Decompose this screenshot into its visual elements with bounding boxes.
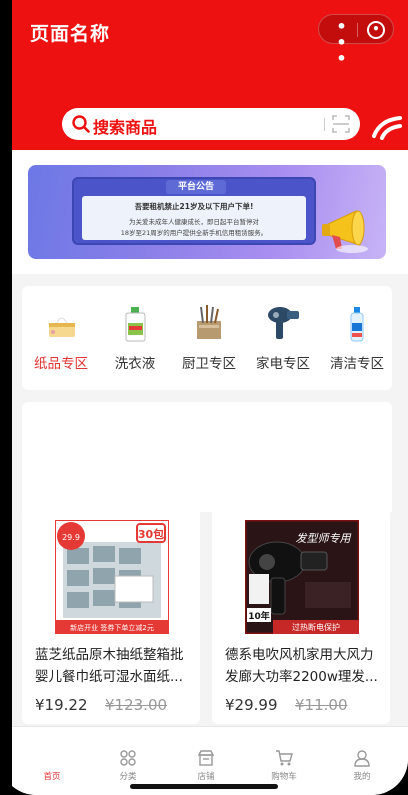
cleaner-bottle-icon (350, 307, 364, 342)
category-grid-icon (120, 750, 136, 766)
category-label: 家电专区 (256, 356, 310, 372)
tab-shop[interactable]: 店铺 (166, 727, 246, 787)
home-indicator (130, 784, 278, 789)
tab-cart[interactable]: 购物车 (244, 727, 324, 787)
tissue-box-icon (49, 317, 75, 337)
product-image-badge: 30包 (138, 527, 164, 541)
banner-line-2: 18岁至21周岁的用户提供全新手机信用租赁服务。 (120, 229, 268, 237)
product-card[interactable]: 发型师专用 10年 过热断电保护 德系电吹风机家用大风力发廊大功率2200w理发… (212, 508, 390, 724)
category-item-kitchen[interactable]: 厨卫专区 (176, 303, 242, 373)
product-image-tag: 10年 (248, 610, 270, 622)
category-label: 清洁专区 (330, 356, 384, 372)
notice-board: 平台公告 吾要租机禁止21岁及以下用户下单! 为关爱未成年人健康成长，即日起平台… (72, 177, 316, 245)
product-old-price: ¥11.00 (295, 696, 348, 714)
product-price: ¥29.99 (225, 696, 278, 714)
category-item-cleaning[interactable]: 清洁专区 (324, 303, 390, 373)
tab-mine[interactable]: 我的 (322, 727, 402, 787)
category-item-detergent[interactable]: 洗衣液 (102, 303, 168, 373)
banner-line-1: 为关爱未成年人健康成长，即日起平台暂停对 (129, 218, 259, 226)
search-placeholder: 搜索商品 (93, 118, 158, 137)
cart-icon (276, 750, 293, 766)
megaphone-icon (322, 210, 368, 253)
product-name: 德系电吹风机家用大风力发廊大功率2200w理发... (225, 647, 378, 685)
announcement-banner[interactable]: 平台公告 吾要租机禁止21岁及以下用户下单! 为关爱未成年人健康成长，即日起平台… (28, 165, 386, 259)
close-icon[interactable]: • (367, 21, 385, 39)
home-icon (43, 749, 61, 767)
product-image-tissue: 29.9 30包 新店开业 签券下单立减2元 (55, 520, 169, 634)
tab-label: 我的 (353, 772, 371, 782)
more-icon[interactable]: • • • (330, 19, 352, 67)
category-grid: 纸品专区 洗衣液 厨卫专区 家电专区 清洁专区 (22, 286, 392, 390)
banner-headline: 吾要租机禁止21岁及以下用户下单! (134, 202, 254, 211)
hair-dryer-icon (268, 307, 299, 339)
mini-program-capsule: • • • • (318, 14, 394, 67)
category-label: 纸品专区 (34, 356, 88, 372)
page-title: 页面名称 (30, 23, 111, 45)
search-icon (72, 115, 90, 133)
tab-label: 购物车 (271, 772, 297, 782)
category-label: 厨卫专区 (182, 356, 236, 372)
header: 页面名称 • • • • 搜索商品 (0, 0, 408, 150)
scan-icon[interactable] (332, 114, 350, 134)
category-item-paper[interactable]: 纸品专区 (28, 303, 94, 373)
product-image-promo: 新店开业 签券下单立减2元 (70, 623, 154, 632)
category-label: 洗衣液 (114, 356, 156, 372)
product-name: 蓝芝纸品原木抽纸整箱批婴儿餐巾纸可湿水面纸... (35, 647, 184, 685)
tab-category[interactable]: 分类 (88, 727, 168, 787)
product-card[interactable]: 29.9 30包 新店开业 签券下单立减2元 蓝芝纸品原木抽纸整箱批婴儿餐巾纸可… (22, 508, 200, 724)
search-bar[interactable]: 搜索商品 (62, 108, 360, 140)
kitchen-tools-icon (197, 305, 221, 339)
banner-title: 平台公告 (166, 180, 226, 194)
tab-home[interactable]: 首页 (12, 727, 92, 787)
product-image-promo: 过热断电保护 (292, 622, 340, 632)
phone-screen: 页面名称 • • • • 搜索商品 平台公告 吾要租机禁止21岁及以下用户下单!… (0, 0, 408, 795)
product-image-tag: 29.9 (62, 533, 80, 542)
search-divider (324, 118, 325, 131)
category-item-appliance[interactable]: 家电专区 (250, 303, 316, 373)
product-price: ¥19.22 (35, 696, 88, 714)
shop-icon (197, 750, 215, 766)
detergent-bottle-icon (125, 307, 146, 342)
blank-card (22, 402, 392, 512)
swoosh-decoration-icon (372, 116, 402, 140)
tab-label: 店铺 (197, 772, 215, 782)
device-bezel (0, 0, 12, 795)
capsule-divider (357, 23, 358, 37)
banner-section: 平台公告 吾要租机禁止21岁及以下用户下单! 为关爱未成年人健康成长，即日起平台… (12, 150, 408, 274)
tab-label: 分类 (119, 772, 137, 782)
notice-text: 吾要租机禁止21岁及以下用户下单! 为关爱未成年人健康成长，即日起平台暂停对 1… (82, 196, 306, 240)
product-image-hair-dryer: 发型师专用 10年 过热断电保护 (245, 520, 359, 634)
product-image-title: 发型师专用 (296, 532, 352, 545)
product-old-price: ¥123.00 (105, 696, 168, 714)
user-icon (354, 750, 370, 767)
tab-label: 首页 (43, 772, 61, 782)
